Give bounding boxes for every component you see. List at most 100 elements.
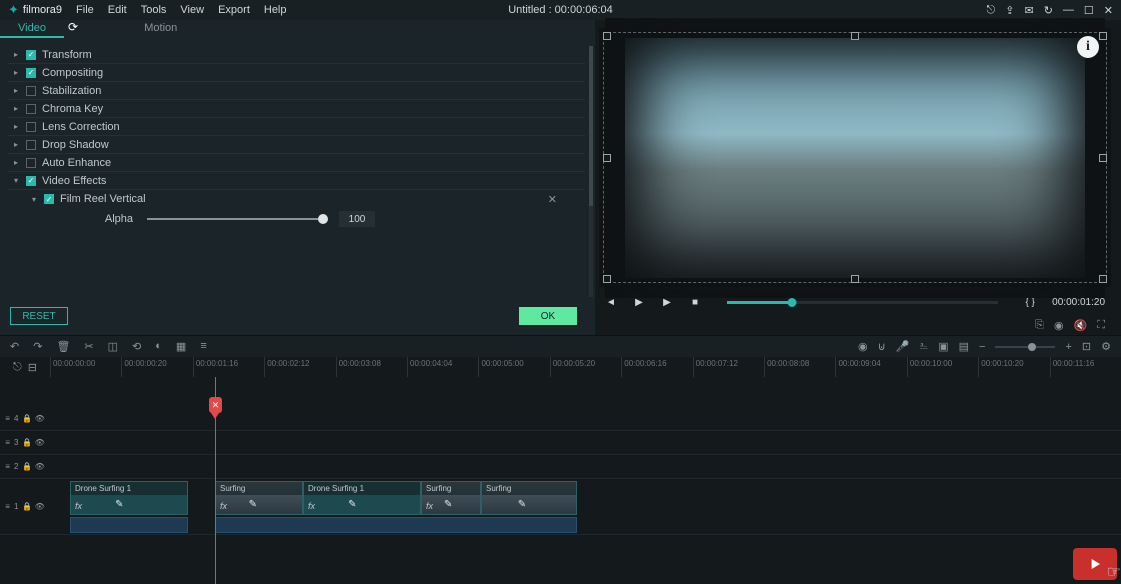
progress-bar[interactable] [727,301,998,304]
panel-videoeffects[interactable]: ▾✓Video Effects [8,172,585,190]
fit-icon[interactable]: ⊡ [1082,340,1091,353]
mail-icon[interactable]: ✉ [1024,4,1033,17]
subscribe-badge[interactable]: ☞ [1073,548,1117,580]
resize-handle[interactable] [603,154,611,162]
resize-handle[interactable] [851,32,859,40]
maximize-icon[interactable]: ☐ [1084,4,1094,17]
panel-stabilization[interactable]: ▸Stabilization [8,82,585,100]
speed-icon[interactable]: ⟲ [132,340,141,353]
track-label-1[interactable]: ≡1 🔒 👁 [0,479,50,535]
panel-chromakey[interactable]: ▸Chroma Key [8,100,585,118]
checkbox-autoenhance[interactable] [26,158,36,168]
link-icon[interactable]: ⎋ [13,361,22,374]
menu-export[interactable]: Export [218,4,250,16]
menu-view[interactable]: View [180,4,204,16]
zoom-out-icon[interactable]: − [979,341,985,353]
settings-icon[interactable]: ⚙ [1101,340,1111,353]
clip[interactable]: Surfing✎ [481,481,577,515]
cut-icon[interactable]: ✂ [84,340,93,353]
resize-handle[interactable] [1099,154,1107,162]
clip[interactable]: Surfingfx✎ [215,481,303,515]
magnet-icon[interactable]: ⊍ [878,340,886,353]
checkbox-dropshadow[interactable] [26,140,36,150]
track-label-4[interactable]: ≡4 🔒 👁 [0,407,50,431]
delete-icon[interactable]: 🗑 [56,340,70,353]
user-icon[interactable]: ⎋ [987,4,996,17]
alpha-value[interactable]: 100 [339,211,375,227]
crop-icon[interactable]: ◫ [108,340,118,353]
tab-video[interactable]: Video [0,20,64,38]
menu-tools[interactable]: Tools [141,4,167,16]
menu-file[interactable]: File [76,4,94,16]
play-icon[interactable]: ▶ [633,297,645,308]
notify-icon[interactable]: ↻ [1044,4,1053,17]
share-icon[interactable]: ⇪ [1005,4,1014,17]
minimize-icon[interactable]: — [1063,4,1074,16]
zoom-in-icon[interactable]: + [1065,341,1071,353]
mic-icon[interactable]: 🎤 [896,340,910,353]
info-icon[interactable]: i [1077,36,1099,58]
list-icon[interactable]: ≡ [200,340,206,353]
audio-clip[interactable] [215,517,577,533]
mixer-icon[interactable]: ⎁ [919,340,928,353]
clip[interactable]: Drone Surfing 1fx✎ [303,481,421,515]
panel-compositing[interactable]: ▸✓Compositing [8,64,585,82]
zoom-thumb[interactable] [1028,343,1036,351]
panel-transform[interactable]: ▸✓Transform [8,46,585,64]
track-label-3[interactable]: ≡3 🔒 👁 [0,431,50,455]
color-icon[interactable]: ◐ [155,340,162,353]
checkbox-videoeffects[interactable]: ✓ [26,176,36,186]
checkbox-chromakey[interactable] [26,104,36,114]
track-3[interactable] [50,431,1121,455]
marker-icon[interactable]: ▣ [938,340,948,353]
panel-scrollbar[interactable] [589,46,593,297]
playhead-head-icon[interactable]: ✕ [209,397,222,413]
bracket-icon[interactable]: { } [1024,297,1036,308]
resize-handle[interactable] [603,32,611,40]
timeline-ruler[interactable]: 00:00:00:00 00:00:00:20 00:00:01:16 00:0… [50,357,1121,377]
panel-dropshadow[interactable]: ▸Drop Shadow [8,136,585,154]
resize-handle[interactable] [851,275,859,283]
stop-icon[interactable]: ■ [689,297,701,308]
track-2[interactable] [50,455,1121,479]
render-icon[interactable]: ▤ [959,340,969,353]
record-icon[interactable]: ◉ [858,340,868,353]
progress-thumb[interactable] [788,298,797,307]
resize-handle[interactable] [603,275,611,283]
remove-effect-icon[interactable]: ✕ [548,193,557,206]
effect-row[interactable]: ▾ ✓ Film Reel Vertical ✕ [8,190,585,208]
slider-thumb[interactable] [318,214,328,224]
checkbox-compositing[interactable]: ✓ [26,68,36,78]
reset-button[interactable]: RESET [10,307,68,325]
track-1[interactable]: Drone Surfing 1fx✎ Surfingfx✎ Drone Surf… [50,479,1121,535]
menu-help[interactable]: Help [264,4,287,16]
clip[interactable]: Drone Surfing 1fx✎ [70,481,188,515]
checkbox-stabilization[interactable] [26,86,36,96]
fullscreen-icon[interactable]: ⛶ [1097,319,1105,333]
zoom-slider[interactable] [995,346,1055,348]
preview-area[interactable]: i [599,28,1111,287]
mute-icon[interactable]: 🔇 [1074,319,1088,333]
checkbox-transform[interactable]: ✓ [26,50,36,60]
popout-icon[interactable]: ⎘ [1035,319,1044,333]
menu-edit[interactable]: Edit [108,4,127,16]
checkbox-lenscorrection[interactable] [26,122,36,132]
panel-autoenhance[interactable]: ▸Auto Enhance [8,154,585,172]
selection-frame[interactable] [603,32,1107,283]
clip[interactable]: Surfingfx✎ [421,481,481,515]
resize-handle[interactable] [1099,275,1107,283]
track-label-2[interactable]: ≡2 🔒 👁 [0,455,50,479]
next-frame-icon[interactable]: ▶ [661,297,673,308]
snapshot-icon[interactable]: ◉ [1054,319,1064,333]
alpha-slider[interactable] [147,218,325,220]
redo-icon[interactable]: ↷ [33,340,42,353]
tracks-icon[interactable]: ⊟ [28,361,37,374]
tab-motion[interactable]: Motion [126,20,195,38]
panel-lenscorrection[interactable]: ▸Lens Correction [8,118,585,136]
undo-icon[interactable]: ↶ [10,340,19,353]
close-icon[interactable]: ✕ [1104,4,1113,17]
playhead[interactable]: ✕ [215,377,216,584]
resize-handle[interactable] [1099,32,1107,40]
checkbox-effect[interactable]: ✓ [44,194,54,204]
ok-button[interactable]: OK [519,307,577,325]
